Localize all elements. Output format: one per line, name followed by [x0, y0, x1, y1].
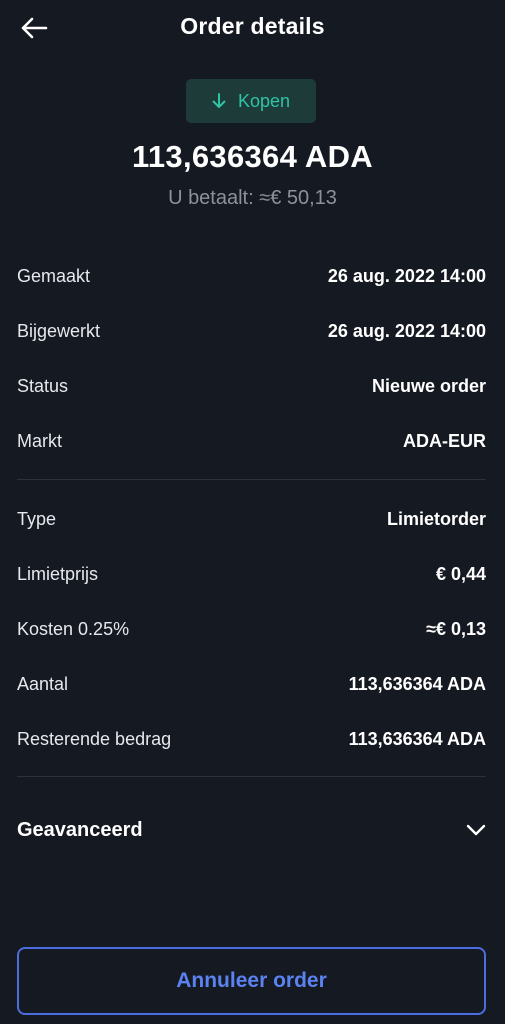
detail-value: 113,636364 ADA [348, 728, 486, 749]
detail-label: Gemaakt [17, 265, 91, 286]
detail-label: Status [17, 375, 69, 396]
order-side-label: Kopen [237, 90, 291, 111]
divider [17, 776, 486, 777]
detail-value: € 0,44 [435, 563, 486, 584]
detail-value: 113,636364 ADA [348, 673, 486, 694]
detail-row-limit-price: Limietprijs € 0,44 [17, 559, 486, 589]
advanced-toggle[interactable]: Geavanceerd [17, 812, 486, 848]
page-title: Order details [180, 13, 325, 39]
detail-row-fees: Kosten 0.25% ≈€ 0,13 [17, 614, 486, 644]
detail-label: Kosten 0.25% [17, 618, 130, 639]
detail-value: Nieuwe order [371, 375, 486, 396]
detail-label: Aantal [17, 673, 69, 694]
detail-label: Resterende bedrag [17, 728, 172, 749]
detail-value: ≈€ 0,13 [426, 618, 486, 639]
detail-label: Limietprijs [17, 563, 99, 584]
detail-row-status: Status Nieuwe order [17, 371, 486, 401]
detail-value: ADA-EUR [403, 430, 486, 451]
chevron-down-icon [466, 824, 486, 836]
order-amount: 113,636364 ADA [132, 139, 373, 174]
arrow-down-icon [212, 93, 226, 108]
header: Order details [0, 0, 505, 56]
detail-row-created: Gemaakt 26 aug. 2022 14:00 [17, 261, 486, 291]
cancel-order-button[interactable]: Annuleer order [17, 947, 486, 1015]
order-side-badge: Kopen [186, 79, 316, 123]
detail-label: Markt [17, 430, 62, 451]
detail-row-type: Type Limietorder [17, 504, 486, 534]
detail-value: Limietorder [386, 508, 486, 529]
detail-row-market: Markt ADA-EUR [17, 426, 486, 456]
advanced-label: Geavanceerd [17, 818, 143, 841]
order-details-screen: Order details Kopen 113,636364 ADA U bet… [0, 0, 505, 1024]
detail-row-quantity: Aantal 113,636364 ADA [17, 669, 486, 699]
detail-row-remaining: Resterende bedrag 113,636364 ADA [17, 724, 486, 754]
detail-row-updated: Bijgewerkt 26 aug. 2022 14:00 [17, 316, 486, 346]
detail-label: Type [17, 508, 57, 529]
detail-label: Bijgewerkt [17, 320, 101, 341]
divider [17, 479, 486, 480]
payment-estimate: U betaalt: ≈€ 50,13 [168, 187, 337, 209]
detail-value: 26 aug. 2022 14:00 [327, 265, 486, 286]
detail-value: 26 aug. 2022 14:00 [327, 320, 486, 341]
